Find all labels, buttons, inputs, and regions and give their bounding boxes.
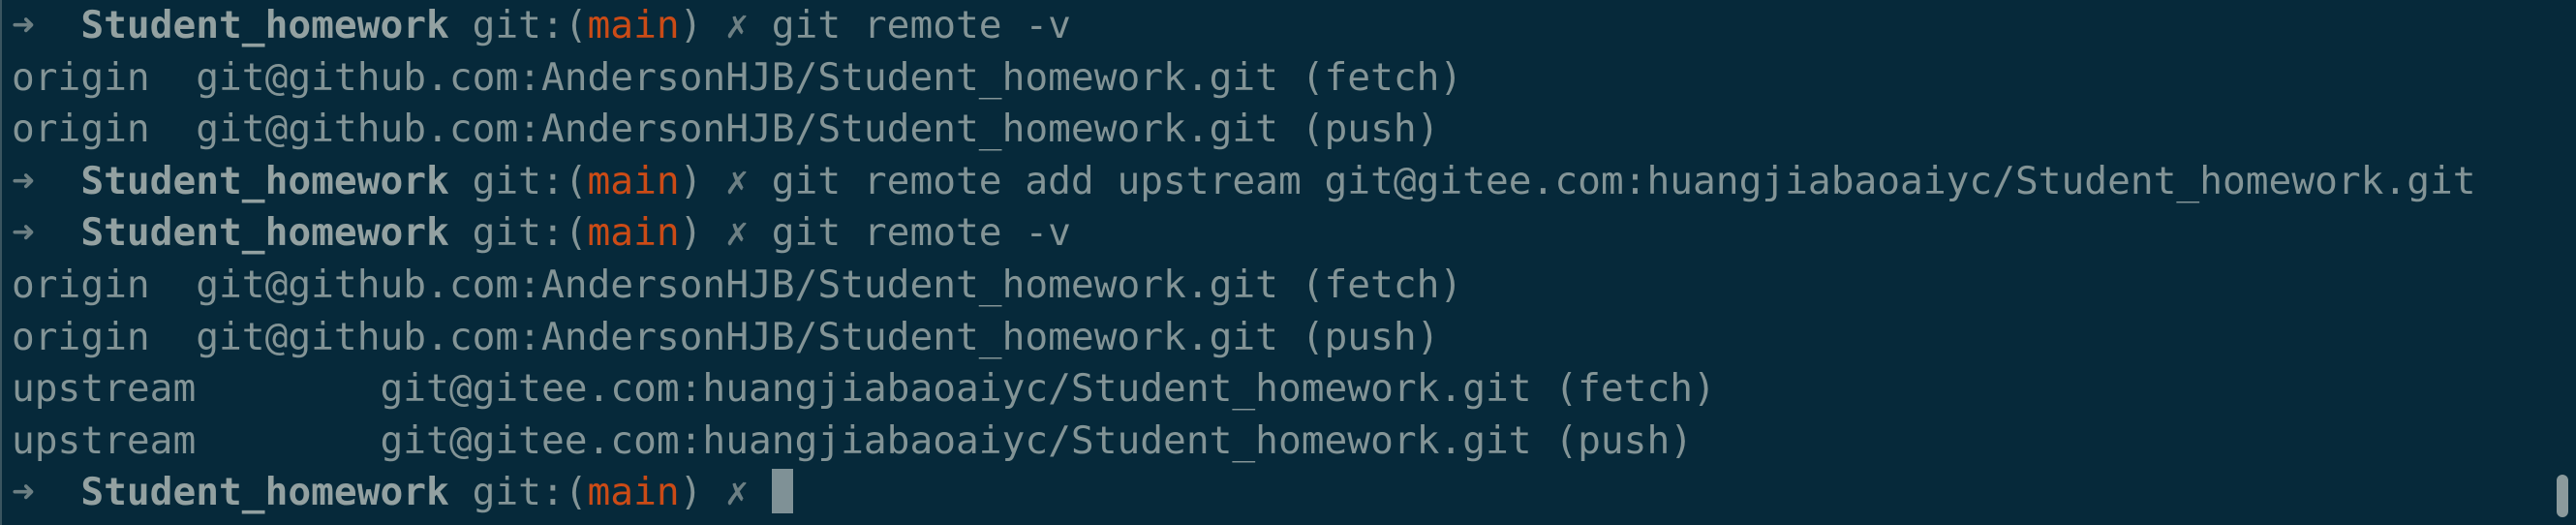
output-text: origin git@github.com:AndersonHJB/Studen… <box>12 107 1440 152</box>
git-suffix: ) <box>679 210 703 256</box>
git-suffix: ) <box>679 470 703 515</box>
dirty-indicator-icon: ✗ <box>725 470 749 515</box>
git-branch: main <box>587 470 680 515</box>
git-suffix: ) <box>679 158 703 203</box>
output-text: origin git@github.com:AndersonHJB/Studen… <box>12 262 1463 307</box>
dirty-indicator-icon: ✗ <box>725 158 749 203</box>
output-text: upstream git@gitee.com:huangjiabaoaiyc/S… <box>12 417 1694 463</box>
command-text: git remote -v <box>771 210 1071 256</box>
git-prefix: git:( <box>472 3 588 47</box>
prompt-line: ➜ Student_homework git:(main) ✗ git remo… <box>12 207 2476 260</box>
current-directory: Student_homework <box>80 470 449 515</box>
prompt-arrow-icon: ➜ <box>12 3 35 47</box>
current-directory: Student_homework <box>80 158 449 203</box>
command-text: git remote -v <box>771 3 1071 47</box>
prompt-arrow-icon: ➜ <box>12 470 35 515</box>
output-line: origin git@github.com:AndersonHJB/Studen… <box>12 260 2476 312</box>
git-branch: main <box>587 158 680 203</box>
output-line: upstream git@gitee.com:huangjiabaoaiyc/S… <box>12 416 2476 468</box>
current-directory: Student_homework <box>80 210 449 256</box>
output-text: upstream git@gitee.com:huangjiabaoaiyc/S… <box>12 366 1716 412</box>
text-cursor <box>771 469 793 514</box>
current-directory: Student_homework <box>80 3 449 47</box>
dirty-indicator-icon: ✗ <box>725 3 749 47</box>
prompt-line: ➜ Student_homework git:(main) ✗ git remo… <box>12 0 2476 52</box>
prompt-arrow-icon: ➜ <box>12 210 35 256</box>
scrollbar[interactable] <box>2557 475 2568 517</box>
git-prefix: git:( <box>472 470 588 515</box>
prompt-arrow-icon: ➜ <box>12 158 35 203</box>
git-branch: main <box>587 210 680 256</box>
output-line: upstream git@gitee.com:huangjiabaoaiyc/S… <box>12 363 2476 416</box>
command-text: git remote add upstream git@gitee.com:hu… <box>771 158 2476 203</box>
prompt-line: ➜ Student_homework git:(main) ✗ <box>12 467 2476 519</box>
prompt-line: ➜ Student_homework git:(main) ✗ git remo… <box>12 156 2476 208</box>
dirty-indicator-icon: ✗ <box>725 210 749 256</box>
output-line: origin git@github.com:AndersonHJB/Studen… <box>12 104 2476 156</box>
output-line: origin git@github.com:AndersonHJB/Studen… <box>12 312 2476 364</box>
git-suffix: ) <box>679 3 703 47</box>
output-text: origin git@github.com:AndersonHJB/Studen… <box>12 54 1463 100</box>
output-text: origin git@github.com:AndersonHJB/Studen… <box>12 314 1440 359</box>
output-line: origin git@github.com:AndersonHJB/Studen… <box>12 52 2476 105</box>
terminal-window[interactable]: ➜ Student_homework git:(main) ✗ git remo… <box>0 0 2576 525</box>
terminal-output: ➜ Student_homework git:(main) ✗ git remo… <box>12 0 2476 519</box>
git-prefix: git:( <box>472 158 588 203</box>
git-prefix: git:( <box>472 210 588 256</box>
git-branch: main <box>587 3 680 47</box>
